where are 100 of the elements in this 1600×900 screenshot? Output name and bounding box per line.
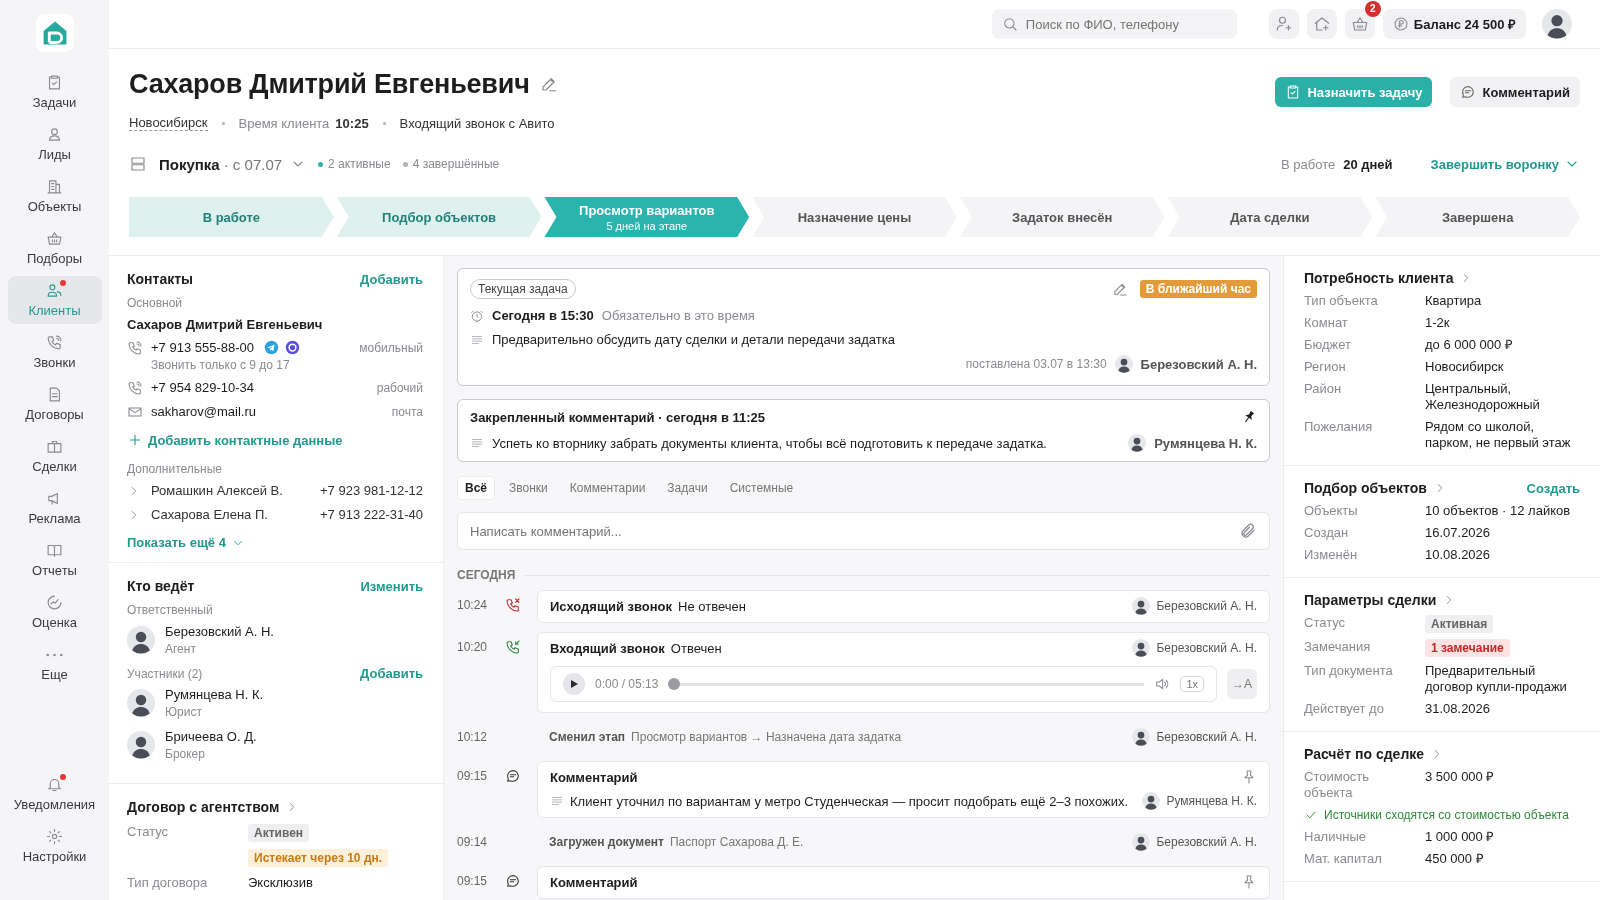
- filter-tab[interactable]: Всё: [457, 476, 495, 500]
- pin-button[interactable]: [1241, 769, 1257, 785]
- field-value: 3 500 000 ₽: [1425, 769, 1496, 785]
- nav-item[interactable]: Уведомления: [7, 770, 102, 818]
- section-title-link[interactable]: Подбор объектов: [1304, 480, 1447, 496]
- building-icon: [46, 178, 63, 195]
- volume-icon: [1154, 676, 1171, 692]
- show-more-link[interactable]: Показать ещё 4: [127, 535, 245, 550]
- add-client-button[interactable]: [1268, 9, 1299, 39]
- add-home-icon: [1312, 15, 1331, 33]
- nav-item[interactable]: Лиды: [7, 120, 102, 168]
- speed-button[interactable]: 1x: [1180, 676, 1204, 692]
- event-title: Сменил этап: [549, 730, 626, 744]
- settings-icon: [46, 828, 63, 845]
- more-icon: [46, 652, 63, 657]
- contact-row[interactable]: Ромашкин Алексей В. +7 923 981-12-12: [127, 483, 423, 498]
- nav-item[interactable]: Реклама: [7, 484, 102, 532]
- volume-button[interactable]: [1154, 676, 1171, 692]
- avatar: [127, 626, 155, 654]
- edit-button[interactable]: [1111, 281, 1128, 297]
- event-title: Комментарий: [550, 769, 638, 785]
- edit-icon: [1111, 281, 1128, 297]
- client-time: 10:25: [335, 115, 369, 131]
- nav-item[interactable]: Настройки: [7, 822, 102, 870]
- comment-button[interactable]: Комментарий: [1450, 77, 1580, 107]
- section-title-link[interactable]: Расчёт по сделке: [1304, 746, 1445, 762]
- comment-field[interactable]: Написать комментарий...: [457, 512, 1270, 550]
- contact-row[interactable]: Сахарова Елена П. +7 913 222-31-40: [127, 507, 423, 522]
- avatar: [127, 731, 155, 759]
- section-title-link[interactable]: Параметры сделки: [1304, 592, 1457, 608]
- field-label: Замечания: [1304, 639, 1372, 655]
- filter-tab[interactable]: Комментарии: [561, 476, 654, 500]
- comment-input[interactable]: Написать комментарий...: [470, 521, 1239, 541]
- field-value: 450 000 ₽: [1425, 851, 1485, 867]
- avatar: [1142, 792, 1161, 810]
- search-input[interactable]: Поиск по ФИО, телефону: [1025, 14, 1227, 34]
- pin-icon: [1241, 769, 1257, 785]
- field-label: Бюджет: [1304, 337, 1353, 353]
- nav-item[interactable]: Объекты: [7, 172, 102, 220]
- pipeline-stage[interactable]: В работе: [129, 197, 334, 237]
- pinned-title: Закрепленный комментарий · сегодня в 11:25: [470, 409, 766, 425]
- person-icon: [46, 126, 63, 143]
- avatar: [1132, 833, 1151, 851]
- nav-item[interactable]: Задачи: [7, 68, 102, 116]
- pipeline-stage[interactable]: Задаток внесён: [959, 197, 1165, 237]
- urgency-badge: В ближайший час: [1139, 280, 1257, 298]
- edit-button[interactable]: [539, 75, 558, 93]
- avatar: [1542, 9, 1572, 39]
- filter-tab[interactable]: Задачи: [659, 476, 716, 500]
- balance-button[interactable]: Баланс 24 500 ₽: [1382, 9, 1526, 39]
- contact-type: мобильный: [359, 340, 423, 355]
- task-text: Предварительно обсудить дату сделки и детали передачи задатка: [492, 332, 895, 347]
- clipboard-icon: [46, 74, 63, 91]
- group-label: Участники (2): [127, 666, 203, 681]
- briefcase-icon: [46, 438, 63, 455]
- field-label: Тип объекта: [1304, 293, 1379, 309]
- paper-plane-icon[interactable]: [264, 340, 279, 355]
- audio-thumb[interactable]: [668, 678, 681, 690]
- add-link[interactable]: Добавить: [360, 666, 423, 681]
- task-meta: поставлена 03.07 в 13:30: [965, 357, 1107, 371]
- event-text: Паспорт Сахарова Д. Е.: [669, 835, 804, 849]
- nav-item[interactable]: Оценка: [7, 588, 102, 636]
- field-value: Квартира: [1425, 293, 1483, 309]
- in-work-days: 20 дней: [1343, 156, 1393, 172]
- city-link[interactable]: Новосибирск: [129, 115, 208, 131]
- search-icon: [1001, 16, 1018, 32]
- search-field[interactable]: Поиск по ФИО, телефону: [991, 9, 1237, 39]
- filter-tab[interactable]: Звонки: [501, 476, 556, 500]
- section-title-link[interactable]: Потребность клиента: [1304, 270, 1474, 286]
- nav-item[interactable]: Отчеты: [7, 536, 102, 584]
- person-role: Юрист: [165, 705, 203, 719]
- section-title-link[interactable]: Договор с агентством: [127, 799, 300, 815]
- field-label: Пожелания: [1304, 419, 1374, 435]
- event-title: Загружен документ: [549, 835, 664, 849]
- nav-item[interactable]: Сделки: [7, 432, 102, 480]
- nav-item[interactable]: Договоры: [7, 380, 102, 428]
- play-button[interactable]: [563, 673, 585, 695]
- nav-item[interactable]: Подборы: [7, 224, 102, 272]
- comment-text: Клиент уточнил по вариантам у метро Студенческая — просит подобрать ещё 2–3 похожих.: [570, 793, 1129, 809]
- add-object-button[interactable]: [1306, 9, 1337, 39]
- filter-tab[interactable]: Системные: [721, 476, 802, 500]
- author-name: Березовский А. Н.: [1140, 356, 1257, 372]
- contact-name: Сахаров Дмитрий Евгеньевич: [127, 317, 324, 332]
- add-link[interactable]: Добавить: [360, 271, 423, 287]
- transcribe-button[interactable]: →A: [1227, 669, 1257, 699]
- contact-value: +7 954 829-10-34: [151, 380, 254, 395]
- nav-item[interactable]: Звонки: [7, 328, 102, 376]
- pipeline-stage[interactable]: Подбор объектов: [336, 197, 542, 237]
- finished-count: 4 завершённые: [402, 157, 500, 171]
- create-link[interactable]: Создать: [1526, 480, 1580, 496]
- pin-button[interactable]: [1241, 874, 1257, 890]
- person-name: Березовский А. Н.: [165, 624, 274, 639]
- text-lines-icon: [550, 794, 564, 808]
- pipeline-stage[interactable]: Завершена: [1375, 197, 1581, 237]
- nav-item[interactable]: Еще: [7, 640, 102, 688]
- pipeline-stage[interactable]: Дата сделки: [1167, 197, 1373, 237]
- text-lines-icon: [470, 436, 484, 450]
- pin-icon: [1241, 874, 1257, 890]
- pipeline-stage[interactable]: Назначение цены: [752, 197, 957, 237]
- logo-icon[interactable]: [35, 14, 74, 52]
